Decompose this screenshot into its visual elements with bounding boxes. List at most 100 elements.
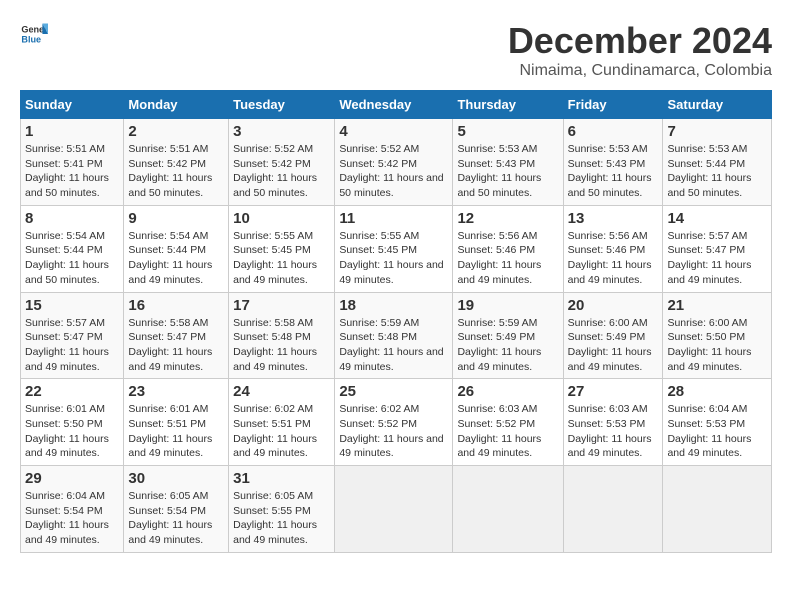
day-number: 28 [667,383,767,400]
calendar-cell: 11 Sunrise: 5:55 AM Sunset: 5:45 PM Dayl… [335,205,453,292]
calendar-cell: 6 Sunrise: 5:53 AM Sunset: 5:43 PM Dayli… [563,119,663,206]
calendar-cell: 9 Sunrise: 5:54 AM Sunset: 5:44 PM Dayli… [124,205,229,292]
calendar-cell: 8 Sunrise: 5:54 AM Sunset: 5:44 PM Dayli… [21,205,124,292]
day-number: 5 [457,123,558,140]
calendar-cell: 7 Sunrise: 5:53 AM Sunset: 5:44 PM Dayli… [663,119,772,206]
calendar-cell: 24 Sunrise: 6:02 AM Sunset: 5:51 PM Dayl… [229,379,335,466]
calendar-cell: 31 Sunrise: 6:05 AM Sunset: 5:55 PM Dayl… [229,466,335,553]
calendar-cell: 20 Sunrise: 6:00 AM Sunset: 5:49 PM Dayl… [563,292,663,379]
calendar-cell: 2 Sunrise: 5:51 AM Sunset: 5:42 PM Dayli… [124,119,229,206]
title-section: December 2024 Nimaima, Cundinamarca, Col… [508,20,772,80]
calendar-cell: 17 Sunrise: 5:58 AM Sunset: 5:48 PM Dayl… [229,292,335,379]
calendar-cell [335,466,453,553]
day-info: Sunrise: 6:05 AM Sunset: 5:54 PM Dayligh… [128,489,224,548]
day-number: 24 [233,383,330,400]
calendar-header: SundayMondayTuesdayWednesdayThursdayFrid… [21,91,772,119]
calendar-cell [663,466,772,553]
header-day: Saturday [663,91,772,119]
day-info: Sunrise: 5:53 AM Sunset: 5:44 PM Dayligh… [667,142,767,201]
day-info: Sunrise: 5:59 AM Sunset: 5:49 PM Dayligh… [457,316,558,375]
calendar-cell: 4 Sunrise: 5:52 AM Sunset: 5:42 PM Dayli… [335,119,453,206]
day-number: 2 [128,123,224,140]
day-info: Sunrise: 5:51 AM Sunset: 5:42 PM Dayligh… [128,142,224,201]
day-number: 16 [128,297,224,314]
day-info: Sunrise: 5:59 AM Sunset: 5:48 PM Dayligh… [339,316,448,375]
calendar-cell: 13 Sunrise: 5:56 AM Sunset: 5:46 PM Dayl… [563,205,663,292]
calendar-cell: 3 Sunrise: 5:52 AM Sunset: 5:42 PM Dayli… [229,119,335,206]
day-info: Sunrise: 6:00 AM Sunset: 5:49 PM Dayligh… [568,316,659,375]
day-info: Sunrise: 5:53 AM Sunset: 5:43 PM Dayligh… [568,142,659,201]
day-info: Sunrise: 5:56 AM Sunset: 5:46 PM Dayligh… [568,229,659,288]
day-number: 1 [25,123,119,140]
calendar-cell: 1 Sunrise: 5:51 AM Sunset: 5:41 PM Dayli… [21,119,124,206]
day-info: Sunrise: 6:01 AM Sunset: 5:51 PM Dayligh… [128,402,224,461]
day-info: Sunrise: 5:58 AM Sunset: 5:48 PM Dayligh… [233,316,330,375]
calendar-body: 1 Sunrise: 5:51 AM Sunset: 5:41 PM Dayli… [21,119,772,553]
calendar-cell: 30 Sunrise: 6:05 AM Sunset: 5:54 PM Dayl… [124,466,229,553]
day-info: Sunrise: 5:58 AM Sunset: 5:47 PM Dayligh… [128,316,224,375]
calendar-cell: 12 Sunrise: 5:56 AM Sunset: 5:46 PM Dayl… [453,205,563,292]
calendar-cell [563,466,663,553]
calendar-cell: 14 Sunrise: 5:57 AM Sunset: 5:47 PM Dayl… [663,205,772,292]
day-number: 20 [568,297,659,314]
calendar-cell: 16 Sunrise: 5:58 AM Sunset: 5:47 PM Dayl… [124,292,229,379]
calendar-week-row: 8 Sunrise: 5:54 AM Sunset: 5:44 PM Dayli… [21,205,772,292]
day-number: 14 [667,210,767,227]
calendar-cell: 21 Sunrise: 6:00 AM Sunset: 5:50 PM Dayl… [663,292,772,379]
day-number: 7 [667,123,767,140]
day-info: Sunrise: 5:51 AM Sunset: 5:41 PM Dayligh… [25,142,119,201]
calendar-cell: 27 Sunrise: 6:03 AM Sunset: 5:53 PM Dayl… [563,379,663,466]
day-number: 4 [339,123,448,140]
day-info: Sunrise: 6:00 AM Sunset: 5:50 PM Dayligh… [667,316,767,375]
calendar-cell: 5 Sunrise: 5:53 AM Sunset: 5:43 PM Dayli… [453,119,563,206]
calendar-cell: 15 Sunrise: 5:57 AM Sunset: 5:47 PM Dayl… [21,292,124,379]
page-title: December 2024 [508,20,772,62]
day-info: Sunrise: 5:54 AM Sunset: 5:44 PM Dayligh… [25,229,119,288]
day-info: Sunrise: 6:02 AM Sunset: 5:51 PM Dayligh… [233,402,330,461]
day-info: Sunrise: 6:04 AM Sunset: 5:54 PM Dayligh… [25,489,119,548]
day-number: 31 [233,470,330,487]
calendar-cell: 29 Sunrise: 6:04 AM Sunset: 5:54 PM Dayl… [21,466,124,553]
header-day: Monday [124,91,229,119]
day-info: Sunrise: 5:52 AM Sunset: 5:42 PM Dayligh… [339,142,448,201]
day-info: Sunrise: 6:04 AM Sunset: 5:53 PM Dayligh… [667,402,767,461]
calendar-cell: 23 Sunrise: 6:01 AM Sunset: 5:51 PM Dayl… [124,379,229,466]
calendar-cell [453,466,563,553]
page-subtitle: Nimaima, Cundinamarca, Colombia [508,62,772,80]
logo-icon: General Blue [20,20,48,48]
calendar-cell: 28 Sunrise: 6:04 AM Sunset: 5:53 PM Dayl… [663,379,772,466]
day-info: Sunrise: 5:55 AM Sunset: 5:45 PM Dayligh… [339,229,448,288]
day-info: Sunrise: 5:56 AM Sunset: 5:46 PM Dayligh… [457,229,558,288]
day-number: 27 [568,383,659,400]
header-day: Sunday [21,91,124,119]
header-day: Thursday [453,91,563,119]
page-header: General Blue December 2024 Nimaima, Cund… [20,20,772,80]
day-info: Sunrise: 5:57 AM Sunset: 5:47 PM Dayligh… [25,316,119,375]
day-number: 29 [25,470,119,487]
day-info: Sunrise: 5:55 AM Sunset: 5:45 PM Dayligh… [233,229,330,288]
calendar-cell: 10 Sunrise: 5:55 AM Sunset: 5:45 PM Dayl… [229,205,335,292]
day-info: Sunrise: 6:05 AM Sunset: 5:55 PM Dayligh… [233,489,330,548]
calendar-cell: 18 Sunrise: 5:59 AM Sunset: 5:48 PM Dayl… [335,292,453,379]
day-number: 3 [233,123,330,140]
calendar-week-row: 22 Sunrise: 6:01 AM Sunset: 5:50 PM Dayl… [21,379,772,466]
logo: General Blue [20,20,48,48]
calendar-week-row: 15 Sunrise: 5:57 AM Sunset: 5:47 PM Dayl… [21,292,772,379]
day-number: 18 [339,297,448,314]
calendar-cell: 26 Sunrise: 6:03 AM Sunset: 5:52 PM Dayl… [453,379,563,466]
header-day: Friday [563,91,663,119]
day-info: Sunrise: 6:02 AM Sunset: 5:52 PM Dayligh… [339,402,448,461]
day-number: 12 [457,210,558,227]
day-number: 13 [568,210,659,227]
calendar-cell: 22 Sunrise: 6:01 AM Sunset: 5:50 PM Dayl… [21,379,124,466]
calendar-cell: 19 Sunrise: 5:59 AM Sunset: 5:49 PM Dayl… [453,292,563,379]
calendar-week-row: 29 Sunrise: 6:04 AM Sunset: 5:54 PM Dayl… [21,466,772,553]
day-info: Sunrise: 5:53 AM Sunset: 5:43 PM Dayligh… [457,142,558,201]
header-row: SundayMondayTuesdayWednesdayThursdayFrid… [21,91,772,119]
day-number: 9 [128,210,224,227]
header-day: Tuesday [229,91,335,119]
day-info: Sunrise: 6:01 AM Sunset: 5:50 PM Dayligh… [25,402,119,461]
calendar-week-row: 1 Sunrise: 5:51 AM Sunset: 5:41 PM Dayli… [21,119,772,206]
day-info: Sunrise: 6:03 AM Sunset: 5:52 PM Dayligh… [457,402,558,461]
day-info: Sunrise: 5:52 AM Sunset: 5:42 PM Dayligh… [233,142,330,201]
